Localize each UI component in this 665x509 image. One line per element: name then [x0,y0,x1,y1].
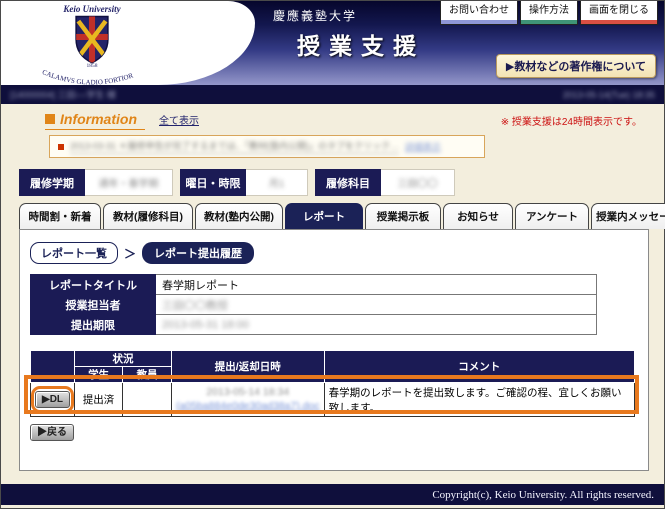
table-row: レポートタイトル 春学期レポート [30,274,597,295]
main-tab-bar: 時間割・新着 教材(履修科目) 教材(塾内公開) レポート 授業掲示板 お知らせ… [19,203,665,229]
submission-datetime-cell: 2013-05-14 18:34 (a05ba884e0de30ad38a7).… [170,382,325,417]
tab-class-board[interactable]: 授業掲示板 [365,203,441,229]
report-content-panel: レポート一覧 ＞ レポート提出履歴 レポートタイトル 春学期レポート 授業担当者… [19,229,649,471]
comment-cell: 春学期のレポートを提出致します。ご確認の程、宜しくお願い致します。 [323,382,636,417]
instructor-label: 授業担当者 [30,294,156,315]
table-row: 授業担当者 三田〇〇教授 [30,294,597,315]
header-nav-buttons: お問い合わせ 操作方法 画面を閉じる [440,1,658,25]
download-button[interactable]: ▶DL [35,391,71,408]
dl-highlight-ring: ▶DL [30,386,75,413]
show-all-link[interactable]: 全て表示 [159,112,199,130]
instructor-value-text: 三田〇〇教授 [162,299,228,312]
close-screen-button[interactable]: 画面を閉じる [580,1,658,25]
submission-history-table: 状況 提出/返却日時 コメント 学生 教員 ▶DL 提出済 2013-05-14… [29,350,636,417]
tab-class-message[interactable]: 授業内メッセージ [591,203,665,229]
help-button[interactable]: 操作方法 [520,1,578,25]
material-copyright-button[interactable]: ▶教材などの著作権について [495,54,656,78]
bullet-icon [58,143,64,150]
tab-news[interactable]: お知らせ [443,203,513,229]
tab-materials-courses[interactable]: 教材(履修科目) [103,203,193,229]
filter-term-value: 通年・春学期 [85,169,173,196]
table-header-row: 状況 提出/返却日時 コメント [29,350,636,383]
filter-term-label: 履修学期 [19,169,85,196]
contact-button-label: お問い合わせ [449,5,509,16]
information-item-link[interactable]: 詳細表示 [405,140,441,153]
help-button-accent [521,20,577,24]
dl-column-header [29,350,76,383]
keio-logo: Keio University 1858 CALAMVS GLADIO FORT… [27,4,157,96]
report-detail-table: レポートタイトル 春学期レポート 授業担当者 三田〇〇教授 提出期限 2013-… [30,274,597,335]
teacher-status-cell [122,382,172,417]
submission-file-link[interactable]: (a05ba884e0de30ad38a7).doc [176,400,320,414]
logo-university-en: Keio University [63,4,121,14]
filter-subject-value: 三田〇〇 [381,169,455,196]
status-bar: [14000004] 三田○○学生 様 2013-05-14(Tue) 18:3… [1,85,664,104]
comment-header: コメント [323,350,636,383]
breadcrumb-separator: ＞ [124,246,137,261]
copyright-text: Copyright(c), Keio University. All right… [432,488,654,501]
filter-day-period-value-text: 月1 [268,179,285,190]
filter-gap [173,169,180,196]
information-item-box: 2013-03-31 ＊履修申告が完了するまでは、「教材(塾内公開)」のタブをク… [49,135,485,158]
deadline-value-text: 2013-05-31 18:00 [162,318,249,331]
filter-gap [308,169,315,196]
dl-cell: ▶DL [29,382,76,417]
submission-row: ▶DL 提出済 2013-05-14 18:34 (a05ba884e0de30… [29,382,636,417]
tab-materials-public[interactable]: 教材(塾内公開) [195,203,283,229]
information-square-icon [45,114,55,124]
information-header-row: Information 全て表示 [45,111,199,130]
teacher-header: 教員 [122,366,172,383]
filter-day-period-value: 月1 [246,169,308,196]
information-title-text: Information [60,111,137,127]
contact-button[interactable]: お問い合わせ [440,1,518,25]
keio-shield-icon [75,15,109,64]
status-group-header: 状況 [74,350,172,367]
contact-button-accent [441,20,517,24]
report-title-value: 春学期レポート [155,274,597,295]
deadline-value: 2013-05-31 18:00 [155,314,597,335]
student-header: 学生 [74,366,124,383]
page-footer: Copyright(c), Keio University. All right… [1,484,664,505]
information-item-text: 2013-03-31 ＊履修申告が完了するまでは、「教材(塾内公開)」のタブをク… [70,139,400,154]
report-list-button[interactable]: レポート一覧 [30,242,118,264]
report-title-value-text: 春学期レポート [162,279,239,292]
tab-timetable[interactable]: 時間割・新着 [19,203,101,229]
student-status-cell: 提出済 [74,382,124,417]
submission-history-label: レポート提出履歴 [142,242,255,264]
tab-survey[interactable]: アンケート [515,203,589,229]
submission-datetime: 2013-05-14 18:34 [206,385,290,398]
filter-subject-value-text: 三田〇〇 [397,179,438,190]
current-datetime: 2013-05-14(Tue) 18:35 [562,89,655,100]
university-name-ja: 慶應義塾大学 [273,9,358,23]
filter-term-value-text: 通年・春学期 [98,179,159,190]
page-header: Keio University 1858 CALAMVS GLADIO FORT… [1,1,664,87]
deadline-label: 提出期限 [30,314,156,335]
back-button[interactable]: ▶戻る [30,424,74,441]
information-title: Information [45,111,145,130]
keio-class-support-page: { "header": { "logo": { "university_en":… [0,0,665,509]
course-filter-bar: 履修学期 通年・春学期 曜日・時限 月1 履修科目 三田〇〇 [19,169,455,196]
close-screen-button-label: 画面を閉じる [589,5,649,16]
report-title-label: レポートタイトル [30,274,156,295]
logged-in-user: [14000004] 三田○○学生 様 [10,90,116,100]
help-button-label: 操作方法 [529,5,569,16]
tab-report[interactable]: レポート [285,203,363,229]
close-screen-button-accent [581,20,657,24]
app-title: 授業支援 [297,33,425,59]
breadcrumb: レポート一覧 ＞ レポート提出履歴 [30,242,255,264]
datetime-header: 提出/返却日時 [170,350,325,383]
instructor-value: 三田〇〇教授 [155,294,597,315]
filter-day-period-label: 曜日・時限 [180,169,246,196]
svg-text:CALAMVS GLADIO FORTIOR: CALAMVS GLADIO FORTIOR [41,69,135,87]
filter-subject-label: 履修科目 [315,169,381,196]
24h-notice: ※ 授業支援は24時間表示です。 [500,117,642,128]
table-row: 提出期限 2013-05-31 18:00 [30,314,597,335]
